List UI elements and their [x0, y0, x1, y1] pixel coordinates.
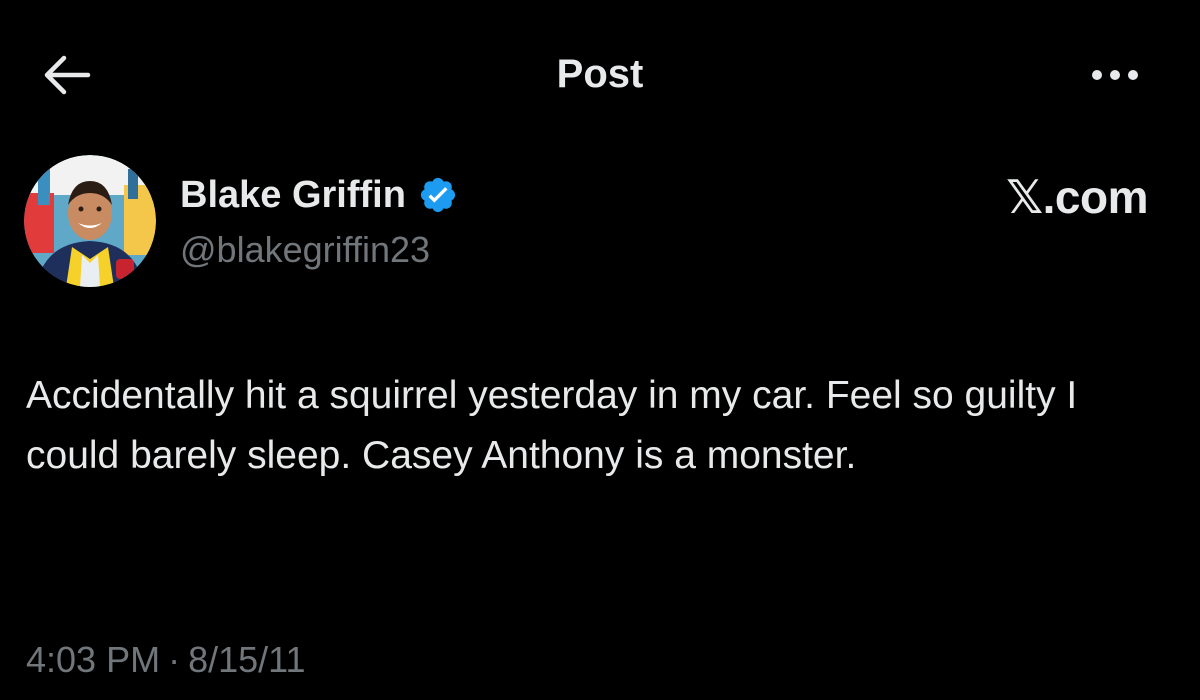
author-handle[interactable]: @blakegriffin23: [180, 226, 430, 274]
more-horizontal-icon: [1092, 70, 1138, 80]
post-text: Accidentally hit a squirrel yesterday in…: [26, 374, 1078, 477]
more-options-button[interactable]: [1080, 52, 1150, 98]
avatar-image: [24, 155, 156, 287]
verified-badge-icon: [418, 175, 458, 215]
display-name[interactable]: Blake Griffin: [180, 170, 406, 220]
page-title: Post: [556, 52, 644, 96]
author-name-row[interactable]: Blake Griffin: [180, 170, 458, 220]
watermark-text: 𝕏.com: [1006, 171, 1148, 223]
top-bar: Post: [0, 0, 1200, 150]
post-time: 4:03 PM: [26, 639, 161, 680]
post-date: 8/15/11: [188, 639, 306, 680]
avatar[interactable]: [24, 155, 156, 287]
meta-separator: ·: [168, 639, 181, 680]
post-timestamp[interactable]: 4:03 PM · 8/15/11: [26, 636, 306, 684]
